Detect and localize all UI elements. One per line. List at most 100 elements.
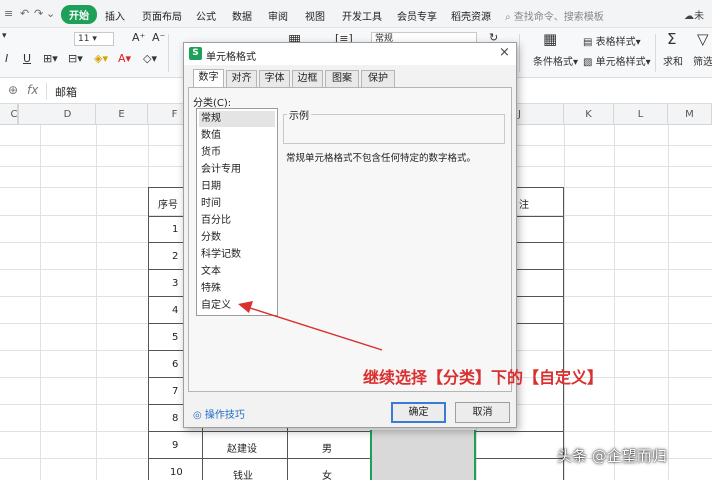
table-border [476,458,563,459]
tab-number[interactable]: 数字 [193,69,224,87]
column-header-m[interactable]: M [668,104,712,125]
filter-label[interactable]: 筛选 [693,53,712,68]
close-icon[interactable]: × [499,45,510,60]
row-number: 9 [172,440,179,451]
sample-box [283,114,505,144]
formula-input[interactable]: 邮箱 [55,84,77,100]
cancel-button[interactable]: 取消 [455,402,510,423]
table-border [515,323,563,324]
cell-style-button[interactable]: ▧ 单元格样式▾ [583,53,651,68]
menu-tab-insert[interactable]: 插入 [105,8,125,23]
tab-protection[interactable]: 保护 [361,70,395,87]
app-icon: S [189,47,202,60]
category-item-time[interactable]: 时间 [199,196,275,212]
zoom-icon[interactable]: ⊕ [8,83,18,97]
redo-icon[interactable]: ↷ [34,7,43,20]
toolbar-divider [168,34,169,72]
cell-style-label: 单元格样式 [595,57,646,68]
clear-icon[interactable]: ◇▾ [143,52,157,65]
category-label: 分类(C): [193,98,232,109]
menu-tab-resources[interactable]: 稻壳资源 [451,8,491,23]
menu-tab-layout[interactable]: 页面布局 [142,8,182,23]
cell-style-icon: ▧ [583,57,596,68]
row-number: 1 [172,224,179,235]
command-search[interactable]: ⌕ 查找命令、搜索模板 [505,8,604,23]
undo-icon[interactable]: ↶ [20,7,29,20]
menu-tab-view[interactable]: 视图 [305,8,325,23]
category-item-currency[interactable]: 货币 [199,145,275,161]
font-name-arrow-icon[interactable]: ▾ [2,31,7,41]
table-border [148,269,184,270]
column-header-c-label[interactable]: C [4,104,24,125]
ok-button[interactable]: 确定 [391,402,446,423]
menu-bar: ≡ ↶ ↷ ⌄ 开始 插入 页面布局 公式 数据 审阅 视图 开发工具 会员专享… [0,0,712,28]
toolbar-divider [655,34,656,72]
table-style-label: 表格样式 [595,37,636,48]
category-item-number[interactable]: 数值 [199,128,275,144]
sum-label[interactable]: 求和 [663,53,683,68]
fx-icon[interactable]: fx [27,83,38,97]
shrink-font-icon[interactable]: A⁻ [152,31,165,44]
category-item-text[interactable]: 文本 [199,264,275,280]
category-item-date[interactable]: 日期 [199,179,275,195]
category-item-special[interactable]: 特殊 [199,281,275,297]
row-number: 5 [172,332,179,343]
merge-icon[interactable]: ⊟▾ [68,52,83,65]
tab-pattern[interactable]: 图案 [325,70,359,87]
row-number: 10 [170,467,183,478]
dialog-title: 单元格格式 [206,52,256,63]
italic-icon[interactable]: I [5,52,8,65]
table-border [563,187,564,480]
category-item-scientific[interactable]: 科学记数 [199,247,275,263]
column-header-l[interactable]: L [614,104,668,125]
tips-link[interactable]: ◎ 操作技巧 [193,406,245,421]
annotation-text: 继续选择【分类】下的【自定义】 [363,368,604,387]
underline-icon[interactable]: U [23,52,31,65]
menu-tab-developer[interactable]: 开发工具 [342,8,382,23]
conditional-format-icon[interactable]: ▦ [543,30,557,48]
cell-gender: 男 [322,444,332,455]
conditional-format-button[interactable]: 条件格式▾ [533,53,578,68]
column-header-e[interactable]: E [96,104,148,125]
search-placeholder: 查找命令、搜索模板 [513,12,604,23]
font-color-icon[interactable]: A▾ [118,52,131,65]
fill-color-icon[interactable]: ◈▾ [94,52,108,65]
category-item-general[interactable]: 常规 [199,111,275,127]
sum-icon[interactable]: Σ [667,30,676,48]
menu-tab-formula[interactable]: 公式 [196,8,216,23]
table-border [515,242,563,243]
category-item-percentage[interactable]: 百分比 [199,213,275,229]
table-border [148,187,184,188]
dialog-titlebar[interactable]: S 单元格格式 × [184,43,516,65]
category-item-custom[interactable]: 自定义 [199,298,275,314]
menu-icon[interactable]: ≡ [4,7,13,20]
menu-tab-home[interactable]: 开始 [61,5,97,24]
category-list[interactable]: 常规 数值 货币 会计专用 日期 时间 百分比 分数 科学记数 文本 特殊 自定… [196,108,278,316]
filter-icon[interactable]: ▽ [697,30,709,48]
column-header-k[interactable]: K [564,104,614,125]
table-border [148,323,184,324]
tab-alignment[interactable]: 对齐 [226,70,257,87]
category-item-accounting[interactable]: 会计专用 [199,162,275,178]
grow-font-icon[interactable]: A⁺ [132,31,145,44]
cell-name: 钱业 [233,471,253,480]
tab-border[interactable]: 边框 [292,70,323,87]
border-icon[interactable]: ⊞▾ [43,52,58,65]
menu-tab-member[interactable]: 会员专享 [397,8,437,23]
table-header-seq: 序号 [158,200,178,211]
category-item-fraction[interactable]: 分数 [199,230,275,246]
tab-font[interactable]: 字体 [259,70,290,87]
grid-line [96,125,97,480]
more-icon[interactable]: ⌄ [46,7,55,20]
selected-column-range[interactable] [370,430,476,480]
grid-line [40,125,41,480]
font-size-select[interactable]: 11 ▾ [74,32,114,46]
column-header-d[interactable]: D [40,104,96,125]
row-number: 4 [172,305,179,316]
menu-tab-data[interactable]: 数据 [232,8,252,23]
font-size-value: 11 [78,34,90,44]
table-style-button[interactable]: ▤ 表格样式▾ [583,33,641,48]
search-icon: ⌕ [505,12,514,23]
cloud-sync[interactable]: ☁未 [684,7,704,22]
menu-tab-review[interactable]: 审阅 [268,8,288,23]
